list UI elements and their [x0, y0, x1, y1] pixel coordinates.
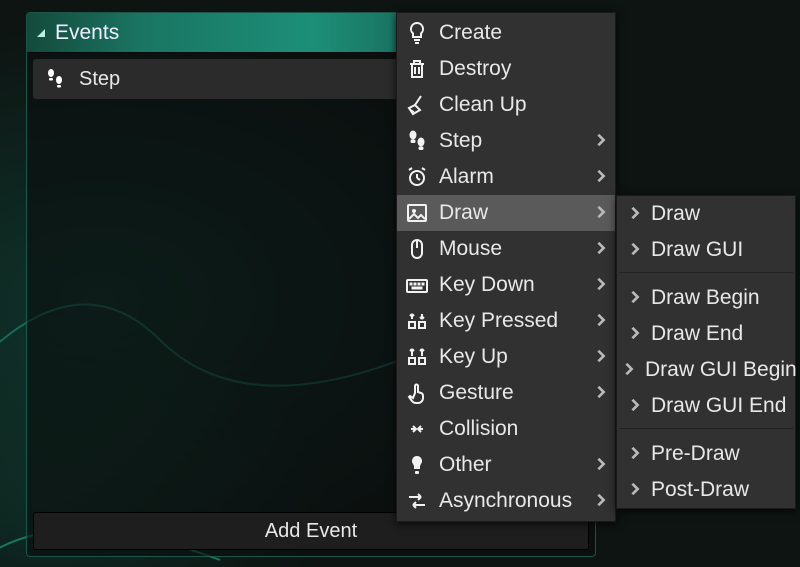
- submenu-item-pre-draw[interactable]: Pre-Draw: [617, 436, 795, 472]
- menu-item-label: Other: [439, 453, 583, 477]
- menu-item-mouse[interactable]: Mouse: [397, 231, 615, 267]
- menu-item-clean-up[interactable]: Clean Up: [397, 87, 615, 123]
- menu-item-label: Draw: [439, 201, 583, 225]
- menu-item-key-pressed[interactable]: Key Pressed: [397, 303, 615, 339]
- alarm-icon: [403, 163, 431, 191]
- submenu-item-draw-begin[interactable]: Draw Begin: [617, 280, 795, 316]
- chevron-right-icon: [591, 382, 607, 405]
- chevron-right-icon: [591, 202, 607, 225]
- menu-item-label: Key Pressed: [439, 309, 583, 333]
- submenu-item-label: Post-Draw: [651, 478, 787, 502]
- submenu-item-draw[interactable]: Draw: [617, 196, 795, 232]
- keyup-icon: [403, 343, 431, 371]
- menu-item-alarm[interactable]: Alarm: [397, 159, 615, 195]
- menu-item-key-down[interactable]: Key Down: [397, 267, 615, 303]
- menu-item-key-up[interactable]: Key Up: [397, 339, 615, 375]
- event-type-menu: Create Destroy Clean Up Step Alarm Draw Mouse K…: [396, 12, 616, 522]
- menu-item-step[interactable]: Step: [397, 123, 615, 159]
- menu-item-destroy[interactable]: Destroy: [397, 51, 615, 87]
- chevron-right-icon: [623, 287, 641, 310]
- menu-item-label: Key Down: [439, 273, 583, 297]
- menu-item-label: Gesture: [439, 381, 583, 405]
- gesture-icon: [403, 379, 431, 407]
- submenu-item-label: Pre-Draw: [651, 442, 787, 466]
- submenu-item-label: Draw: [651, 202, 787, 226]
- mouse-icon: [403, 235, 431, 263]
- footprints-icon: [43, 67, 67, 91]
- chevron-right-icon: [623, 443, 641, 466]
- footprints-icon: [403, 127, 431, 155]
- chevron-right-icon: [623, 479, 641, 502]
- submenu-item-label: Draw End: [651, 322, 787, 346]
- chevron-right-icon: [623, 395, 641, 418]
- trash-icon: [403, 55, 431, 83]
- chevron-right-icon: [591, 454, 607, 477]
- submenu-item-draw-gui-end[interactable]: Draw GUI End: [617, 388, 795, 424]
- lightbulb-icon: [403, 19, 431, 47]
- chevron-right-icon: [591, 166, 607, 189]
- menu-item-label: Collision: [439, 417, 583, 441]
- menu-item-label: Clean Up: [439, 93, 583, 117]
- menu-item-gesture[interactable]: Gesture: [397, 375, 615, 411]
- menu-item-label: Mouse: [439, 237, 583, 261]
- collision-icon: [403, 415, 431, 443]
- chevron-right-icon: [591, 130, 607, 153]
- chevron-right-icon: [591, 310, 607, 333]
- menu-separator: [617, 272, 795, 280]
- event-row-label: Step: [79, 68, 120, 91]
- chevron-right-icon: [623, 239, 641, 262]
- menu-item-create[interactable]: Create: [397, 15, 615, 51]
- chevron-right-icon: [591, 490, 607, 513]
- submenu-item-label: Draw GUI Begin: [645, 358, 797, 382]
- submenu-item-draw-gui-begin[interactable]: Draw GUI Begin: [617, 352, 795, 388]
- broom-icon: [403, 91, 431, 119]
- menu-item-label: Asynchronous: [439, 489, 583, 513]
- menu-item-collision[interactable]: Collision: [397, 411, 615, 447]
- menu-item-other[interactable]: Other: [397, 447, 615, 483]
- menu-item-label: Step: [439, 129, 583, 153]
- chevron-right-icon: [623, 359, 635, 382]
- chevron-right-icon: [591, 346, 607, 369]
- chevron-right-icon: [591, 274, 607, 297]
- submenu-item-draw-gui[interactable]: Draw GUI: [617, 232, 795, 268]
- submenu-item-post-draw[interactable]: Post-Draw: [617, 472, 795, 508]
- menu-item-label: Key Up: [439, 345, 583, 369]
- menu-item-label: Destroy: [439, 57, 583, 81]
- menu-item-asynchronous[interactable]: Asynchronous: [397, 483, 615, 519]
- submenu-item-draw-end[interactable]: Draw End: [617, 316, 795, 352]
- menu-item-label: Create: [439, 21, 583, 45]
- submenu-item-label: Draw Begin: [651, 286, 787, 310]
- async-icon: [403, 487, 431, 515]
- chevron-right-icon: [591, 238, 607, 261]
- submenu-item-label: Draw GUI End: [651, 394, 787, 418]
- image-icon: [403, 199, 431, 227]
- menu-item-draw[interactable]: Draw: [397, 195, 615, 231]
- keyboard-icon: [403, 271, 431, 299]
- menu-item-label: Alarm: [439, 165, 583, 189]
- submenu-item-label: Draw GUI: [651, 238, 787, 262]
- keypress-icon: [403, 307, 431, 335]
- chevron-right-icon: [623, 323, 641, 346]
- draw-submenu: Draw Draw GUI Draw Begin Draw End Draw GUI B…: [616, 195, 796, 509]
- collapse-triangle-icon[interactable]: [37, 29, 45, 37]
- other-icon: [403, 451, 431, 479]
- chevron-right-icon: [623, 203, 641, 226]
- menu-separator: [617, 428, 795, 436]
